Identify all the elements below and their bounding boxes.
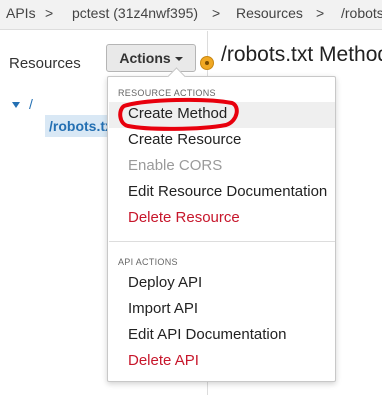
triangle-down-icon[interactable] <box>12 102 20 109</box>
breadcrumb: APIs > pctest (31z4nwf395) > Resources >… <box>0 0 382 30</box>
menu-item-delete-resource[interactable]: Delete Resource <box>109 206 335 232</box>
actions-dropdown: RESOURCE ACTIONS Create Method Create Re… <box>107 76 336 382</box>
menu-item-create-resource[interactable]: Create Resource <box>109 128 335 154</box>
breadcrumb-apis[interactable]: APIs <box>6 5 36 21</box>
caret-down-icon <box>174 57 183 62</box>
menu-item-edit-api-documentation[interactable]: Edit API Documentation <box>109 323 335 349</box>
menu-item-edit-resource-documentation[interactable]: Edit Resource Documentation <box>109 180 335 206</box>
tree-item-robots[interactable]: /robots.txt <box>45 115 115 137</box>
menu-item-deploy-api[interactable]: Deploy API <box>109 271 335 297</box>
section-label-resource-actions: RESOURCE ACTIONS <box>118 88 216 98</box>
breadcrumb-resources[interactable]: Resources <box>236 5 303 21</box>
page-title: /robots.txt Methods <box>221 43 382 66</box>
menu-divider <box>109 241 335 242</box>
menu-item-enable-cors: Enable CORS <box>128 157 223 174</box>
section-label-api-actions: API ACTIONS <box>118 257 178 267</box>
menu-item-import-api[interactable]: Import API <box>109 297 335 323</box>
orange-dot-icon <box>200 56 214 70</box>
menu-item-delete-api[interactable]: Delete API <box>109 349 335 375</box>
breadcrumb-api-name[interactable]: pctest (31z4nwf395) <box>72 5 198 21</box>
actions-button-label: Actions <box>119 50 171 66</box>
breadcrumb-separator: > <box>212 5 221 21</box>
breadcrumb-separator: > <box>316 5 325 21</box>
tree-root[interactable]: / <box>12 96 33 112</box>
menu-item-create-method[interactable]: Create Method <box>109 102 335 128</box>
resources-heading: Resources <box>9 55 81 72</box>
actions-button[interactable]: Actions <box>106 44 196 72</box>
tree-root-label: / <box>29 96 33 112</box>
breadcrumb-robots[interactable]: /robots <box>341 5 382 21</box>
breadcrumb-separator: > <box>45 5 54 21</box>
